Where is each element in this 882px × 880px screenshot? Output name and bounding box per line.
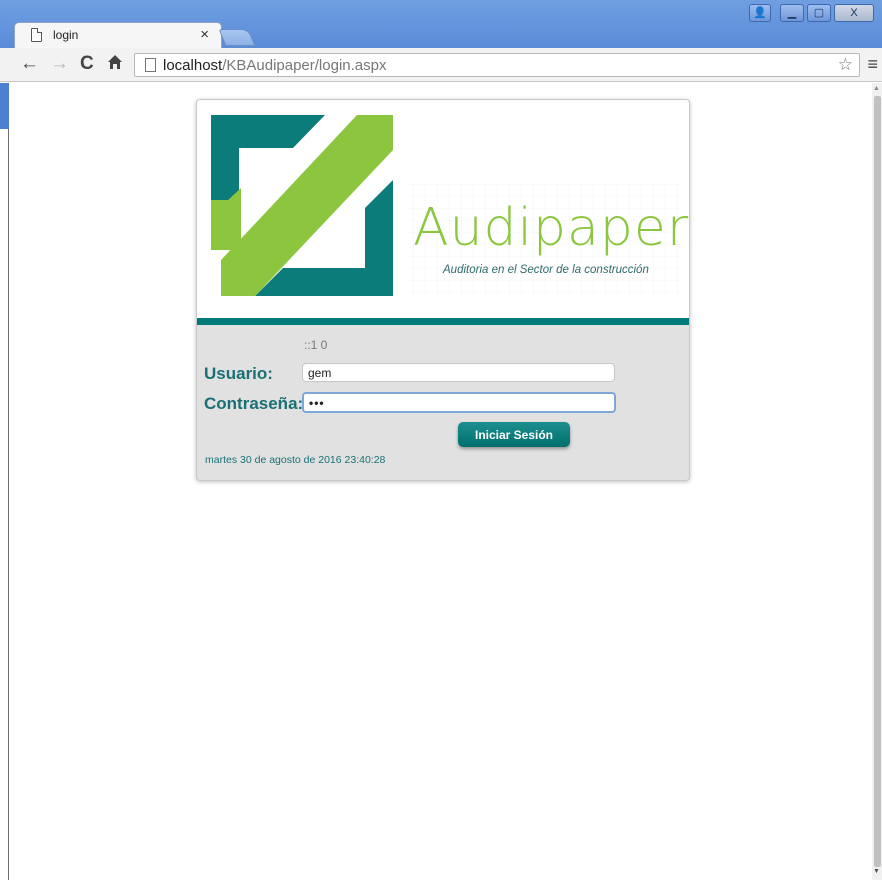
close-button[interactable]: X [834,4,874,22]
new-tab-button[interactable] [218,29,256,46]
scroll-down-icon[interactable]: ▼ [873,868,880,875]
username-input[interactable] [302,363,615,382]
scroll-up-icon[interactable]: ▲ [873,85,880,92]
login-card: Audipaper Auditoria en el Sector de la c… [196,99,690,481]
reload-icon[interactable]: C [80,54,94,74]
browser-title-bar: login × 👤 ▁ ▢ X [0,0,882,48]
browser-toolbar: ← → C localhost/KBAudipaper/login.aspx ☆… [0,48,882,82]
password-label: Contraseña: [204,394,304,413]
window-frame-left [0,83,9,880]
banner-divider [197,318,689,325]
browser-tab[interactable]: login × [14,22,222,48]
client-ip-info: ::1 0 [304,338,328,352]
vertical-scrollbar[interactable]: ▲ ▼ [872,83,882,880]
page-icon [145,58,156,72]
brand-tagline: Auditoria en el Sector de la construcció… [443,264,649,276]
back-arrow-icon[interactable]: ← [20,54,39,74]
password-input[interactable] [302,392,616,413]
current-datetime: martes 30 de agosto de 2016 23:40:28 [205,454,386,466]
window-controls: 👤 ▁ ▢ X [749,4,874,22]
address-bar[interactable]: localhost/KBAudipaper/login.aspx ☆ [134,53,860,77]
tab-title: login [53,28,79,42]
username-label: Usuario: [204,364,273,383]
url-text: localhost/KBAudipaper/login.aspx [163,57,387,74]
login-button[interactable]: Iniciar Sesión [458,422,570,447]
menu-icon[interactable]: ≡ [867,55,878,73]
profile-button[interactable]: 👤 [749,4,771,22]
brand-name: Audipaper [413,198,690,258]
bookmark-star-icon[interactable]: ☆ [838,55,853,75]
maximize-button[interactable]: ▢ [807,4,831,22]
home-icon[interactable] [107,54,123,75]
forward-arrow-icon[interactable]: → [50,54,69,74]
minimize-button[interactable]: ▁ [780,4,804,22]
tab-close-icon[interactable]: × [200,26,209,43]
page-icon [31,28,42,42]
brand-banner: Audipaper Auditoria en el Sector de la c… [197,100,689,318]
scrollbar-thumb[interactable] [874,96,881,867]
